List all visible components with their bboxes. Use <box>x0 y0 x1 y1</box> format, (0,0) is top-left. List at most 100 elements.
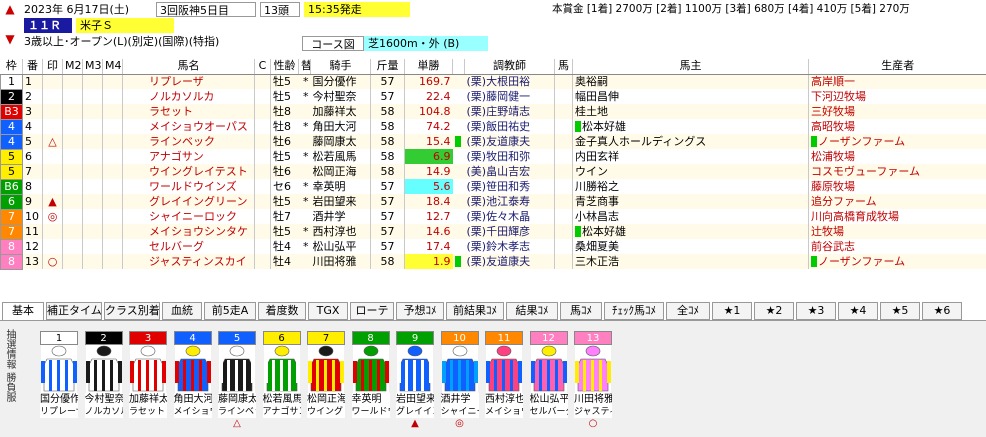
jockey-name[interactable]: 松山弘平 <box>311 239 371 254</box>
column-header[interactable]: M4 <box>102 59 123 75</box>
owner-name[interactable]: 青芝商事 <box>572 194 809 209</box>
tab-4[interactable]: 前5走A <box>204 302 256 320</box>
jockey-name[interactable]: 松若風馬 <box>311 149 371 164</box>
m3-cell[interactable] <box>82 179 103 194</box>
m4-cell[interactable] <box>102 179 123 194</box>
m3-cell[interactable] <box>82 149 103 164</box>
horse-name[interactable]: ラインベック <box>122 134 255 149</box>
horse-name[interactable]: メイショウオーパス <box>122 119 255 134</box>
column-header[interactable]: 単勝 <box>404 59 453 75</box>
tab-1[interactable]: 補正タイム <box>46 302 102 320</box>
table-row[interactable]: 4 4 メイショウオーパス 牡8 * 角田大河 58 74.2 (栗)飯田祐史 松本好雄 高昭牧場 <box>0 118 986 135</box>
table-row[interactable]: 8 12 セルバーグ 牡4 * 松山弘平 57 17.4 (栗)鈴木孝志 桑畑夏美 前谷武志 <box>0 238 986 255</box>
jockey-name[interactable]: 幸英明 <box>311 179 371 194</box>
silk-entry[interactable]: 5 藤岡康太ラインベック△ <box>218 331 256 431</box>
column-header[interactable]: 斤量 <box>370 59 405 75</box>
horse-name[interactable]: ウイングレイテスト <box>122 164 255 179</box>
jockey-name[interactable]: 松岡正海 <box>311 164 371 179</box>
silk-entry[interactable]: 12 松山弘平セルバーグ <box>529 331 568 431</box>
tab-0[interactable]: 基本 <box>2 302 44 320</box>
trainer-name[interactable]: (栗)鈴木孝志 <box>465 239 555 254</box>
breeder-name[interactable]: 高岸順一 <box>808 74 986 89</box>
trainer-name[interactable]: (栗)牧田和弥 <box>465 149 555 164</box>
tab-10[interactable]: 結果ｺﾒ <box>506 302 558 320</box>
breeder-name[interactable]: 川向高橋育成牧場 <box>808 209 986 224</box>
horse-name[interactable]: ワールドウインズ <box>122 179 255 194</box>
m3-cell[interactable] <box>82 89 103 104</box>
m4-cell[interactable] <box>102 134 123 149</box>
trainer-name[interactable]: (栗)池江泰寿 <box>465 194 555 209</box>
breeder-name[interactable]: 追分ファーム <box>808 194 986 209</box>
trainer-name[interactable]: (栗)友道康夫 <box>465 254 555 269</box>
owner-name[interactable]: 川勝裕之 <box>572 179 809 194</box>
horse-name[interactable]: リプレーザ <box>122 74 255 89</box>
tab-5[interactable]: 着度数 <box>258 302 306 320</box>
breeder-name[interactable]: 前谷武志 <box>808 239 986 254</box>
breeder-name[interactable]: 高昭牧場 <box>808 119 986 134</box>
column-header[interactable]: 馬名 <box>122 59 255 75</box>
m4-cell[interactable] <box>102 104 123 119</box>
tab-7[interactable]: ローテ <box>350 302 394 320</box>
jockey-name[interactable]: 国分優作 <box>311 74 371 89</box>
trainer-name[interactable]: (美)畠山吉宏 <box>465 164 555 179</box>
prediction-mark[interactable] <box>42 164 63 179</box>
silk-entry[interactable]: 13 川田将雅ジャスティンスカイ○ <box>574 331 612 431</box>
tab-6[interactable]: TGX <box>308 302 348 320</box>
tab-3[interactable]: 血統 <box>162 302 202 320</box>
breeder-name[interactable]: 辻牧場 <box>808 224 986 239</box>
m3-cell[interactable] <box>82 134 103 149</box>
jockey-name[interactable]: 角田大河 <box>311 119 371 134</box>
owner-name[interactable]: 内田玄祥 <box>572 149 809 164</box>
prediction-mark[interactable] <box>42 239 63 254</box>
horse-name[interactable]: セルバーグ <box>122 239 255 254</box>
m2-cell[interactable] <box>62 179 83 194</box>
tab-13[interactable]: 全ｺﾒ <box>666 302 710 320</box>
breeder-name[interactable]: 下河辺牧場 <box>808 89 986 104</box>
breeder-name[interactable]: ノーザンファーム <box>808 254 986 269</box>
breeder-name[interactable]: 三好牧場 <box>808 104 986 119</box>
horse-name[interactable]: ラセット <box>122 104 255 119</box>
silk-entry[interactable]: 1 国分優作リプレーザ <box>40 331 78 431</box>
m4-cell[interactable] <box>102 239 123 254</box>
column-header[interactable]: 印 <box>42 59 63 75</box>
owner-name[interactable]: 松本好雄 <box>572 119 809 134</box>
prediction-mark[interactable] <box>42 119 63 134</box>
m3-cell[interactable] <box>82 209 103 224</box>
prediction-mark[interactable] <box>42 89 63 104</box>
silk-entry[interactable]: 9 岩田望来グレイイングリーン▲ <box>396 331 434 431</box>
jockey-name[interactable]: 藤岡康太 <box>311 134 371 149</box>
m4-cell[interactable] <box>102 224 123 239</box>
m2-cell[interactable] <box>62 164 83 179</box>
column-header[interactable]: 替 <box>298 59 311 75</box>
trainer-name[interactable]: (栗)藤岡健一 <box>465 89 555 104</box>
tab-12[interactable]: ﾁｪｯｸ馬ｺﾒ <box>604 302 664 320</box>
m3-cell[interactable] <box>82 224 103 239</box>
m4-cell[interactable] <box>102 164 123 179</box>
column-header[interactable]: C <box>254 59 271 75</box>
column-header[interactable]: 馬主 <box>572 59 809 75</box>
jockey-name[interactable]: 加藤祥太 <box>311 104 371 119</box>
m3-cell[interactable] <box>82 119 103 134</box>
prediction-mark[interactable]: ○ <box>42 254 63 269</box>
trainer-name[interactable]: (栗)大根田裕 <box>465 74 555 89</box>
m2-cell[interactable] <box>62 74 83 89</box>
horse-name[interactable]: グレイイングリーン <box>122 194 255 209</box>
table-row[interactable]: 8 13 ○ ジャスティンスカイ 牡4 川田将雅 58 1.9 (栗)友道康夫 三木正浩 ノーザンフ… <box>0 253 986 270</box>
silk-entry[interactable]: 7 松岡正海ウイングレイテスト <box>307 331 345 431</box>
m2-cell[interactable] <box>62 134 83 149</box>
jockey-name[interactable]: 西村淳也 <box>311 224 371 239</box>
tab-16[interactable]: ★3 <box>796 302 836 320</box>
table-row[interactable]: 1 1 リプレーザ 牡5 * 国分優作 57 169.7 (栗)大根田裕 奥裕嗣 高岸順一 <box>0 73 986 90</box>
owner-name[interactable]: 小林昌志 <box>572 209 809 224</box>
m3-cell[interactable] <box>82 254 103 269</box>
prediction-mark[interactable] <box>42 104 63 119</box>
table-row[interactable]: 7 11 メイショウシンタケ 牡5 * 西村淳也 57 14.6 (栗)千田輝彦 松本好雄 辻牧場 <box>0 223 986 240</box>
m4-cell[interactable] <box>102 149 123 164</box>
tab-15[interactable]: ★2 <box>754 302 794 320</box>
prediction-mark[interactable] <box>42 179 63 194</box>
tab-17[interactable]: ★4 <box>838 302 878 320</box>
column-header[interactable]: 騎手 <box>310 59 371 75</box>
owner-name[interactable]: 桂土地 <box>572 104 809 119</box>
m3-cell[interactable] <box>82 74 103 89</box>
m3-cell[interactable] <box>82 194 103 209</box>
